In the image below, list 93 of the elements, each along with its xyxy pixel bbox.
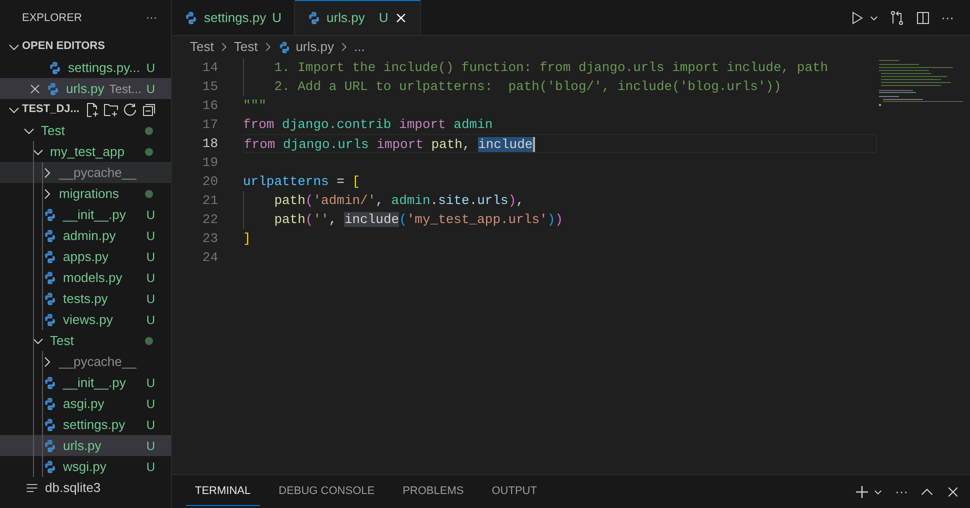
git-status: U (146, 416, 155, 434)
code-line: """ (243, 98, 266, 113)
git-status: U (146, 458, 155, 476)
python-icon (48, 60, 62, 74)
python-icon (43, 208, 57, 222)
git-status: U (146, 396, 155, 412)
panel-tab[interactable]: PROBLEMS (394, 477, 473, 506)
tree-item[interactable]: asgi.py U (0, 393, 171, 414)
more-actions-button[interactable]: ··· (895, 482, 908, 502)
line-number: 16 (201, 97, 218, 115)
python-icon (43, 270, 57, 284)
git-status: U (146, 206, 155, 224)
editor-tab[interactable]: urls.py U (294, 0, 422, 35)
line-number: 21 (201, 192, 218, 210)
git-status: U (146, 60, 155, 76)
tree-item[interactable]: views.py U (0, 309, 171, 330)
tree-item[interactable]: models.py U (0, 267, 171, 288)
panel-tab[interactable]: DEBUG CONSOLE (270, 477, 384, 506)
panel-tab[interactable]: OUTPUT (482, 477, 546, 506)
tree-item[interactable]: __pycache__ (0, 351, 171, 372)
code-line: from django.contrib import admin (243, 117, 493, 132)
python-icon (46, 82, 60, 96)
tree-item[interactable]: __init__.py U (0, 372, 171, 393)
open-editors-header[interactable]: OPEN EDITORS (0, 36, 171, 57)
tree-item[interactable]: tests.py U (0, 288, 171, 309)
code-line: ] (243, 231, 251, 246)
collapse-all-icon[interactable] (141, 102, 158, 118)
tree-item[interactable]: __pycache__ (0, 162, 171, 183)
code-line: urlpatterns = [ (243, 174, 360, 189)
tree-item[interactable]: wsgi.py U (0, 456, 171, 477)
tree-item[interactable]: settings.py U (0, 414, 171, 435)
tree-item[interactable]: apps.py U (0, 246, 171, 267)
git-status: U (146, 374, 155, 392)
python-icon (43, 228, 57, 242)
sidebar-title: EXPLORER (22, 10, 82, 26)
git-status: U (146, 438, 155, 454)
tree-item[interactable]: Test (0, 330, 171, 351)
code-line: path('admin/', admin.site.urls), (273, 193, 524, 208)
python-icon (43, 376, 57, 390)
python-icon (43, 418, 57, 432)
refresh-icon[interactable] (122, 102, 138, 118)
line-number: 20 (201, 173, 218, 191)
line-number: 15 (201, 78, 218, 96)
workspace-header[interactable]: TEST_DJ... (22, 101, 80, 118)
tree-item[interactable]: __init__.py U (0, 204, 171, 225)
line-number: 22 (201, 211, 218, 229)
tree-item[interactable]: Test (0, 120, 171, 141)
breadcrumb-item[interactable]: Test (190, 37, 214, 57)
python-icon (43, 312, 57, 326)
line-number: 14 (201, 59, 218, 77)
python-icon (43, 396, 57, 410)
line-number: 19 (201, 154, 218, 172)
python-icon (43, 292, 57, 306)
git-status: U (146, 248, 155, 266)
breadcrumb-item[interactable]: urls.py (296, 37, 334, 57)
git-status: U (146, 80, 155, 98)
code-line: 2. Add a URL to urlpatterns: path('blog/', include('blog.urls')) (273, 79, 782, 94)
line-number: 18 (201, 135, 218, 153)
tree-item[interactable]: migrations (0, 183, 171, 204)
more-actions-button[interactable]: ··· (146, 10, 157, 26)
more-actions-button[interactable]: ··· (941, 8, 954, 28)
breadcrumb-item[interactable]: ... (354, 37, 365, 57)
close-icon[interactable] (946, 484, 960, 498)
python-icon (43, 250, 57, 264)
git-status: U (146, 270, 155, 286)
new-folder-icon[interactable] (103, 102, 120, 118)
tree-item[interactable]: db.sqlite3 (0, 477, 171, 498)
python-icon (184, 11, 198, 25)
compare-changes-icon[interactable] (889, 10, 905, 26)
file-name: urls.py (66, 80, 104, 98)
new-file-icon[interactable] (84, 102, 100, 118)
git-status: U (146, 290, 155, 308)
panel-tab[interactable]: TERMINAL (186, 477, 260, 506)
breadcrumb-item[interactable]: Test (234, 37, 258, 57)
line-number: 23 (201, 230, 218, 248)
open-editor-item[interactable]: settings.py... U (0, 57, 171, 78)
python-icon (43, 438, 57, 452)
code-line: path('', include('my_test_app.urls')) (273, 212, 563, 227)
python-icon (43, 460, 57, 474)
git-status: U (146, 228, 155, 244)
file-description: Test... (109, 80, 142, 98)
line-number: 17 (201, 116, 218, 134)
tree-item[interactable]: my_test_app (0, 141, 171, 162)
line-number: 24 (201, 249, 218, 267)
git-status: U (146, 312, 155, 328)
split-editor-icon[interactable] (915, 10, 931, 26)
tree-item[interactable]: urls.py U (0, 435, 171, 456)
tree-item[interactable]: admin.py U (0, 225, 171, 246)
python-icon (278, 40, 291, 54)
code-line: from django.urls import path, include (244, 137, 535, 152)
plus-icon[interactable] (854, 484, 870, 500)
code-line: 1. Import the include() function: from django.urls import include, path (273, 60, 828, 75)
python-icon (306, 11, 321, 25)
